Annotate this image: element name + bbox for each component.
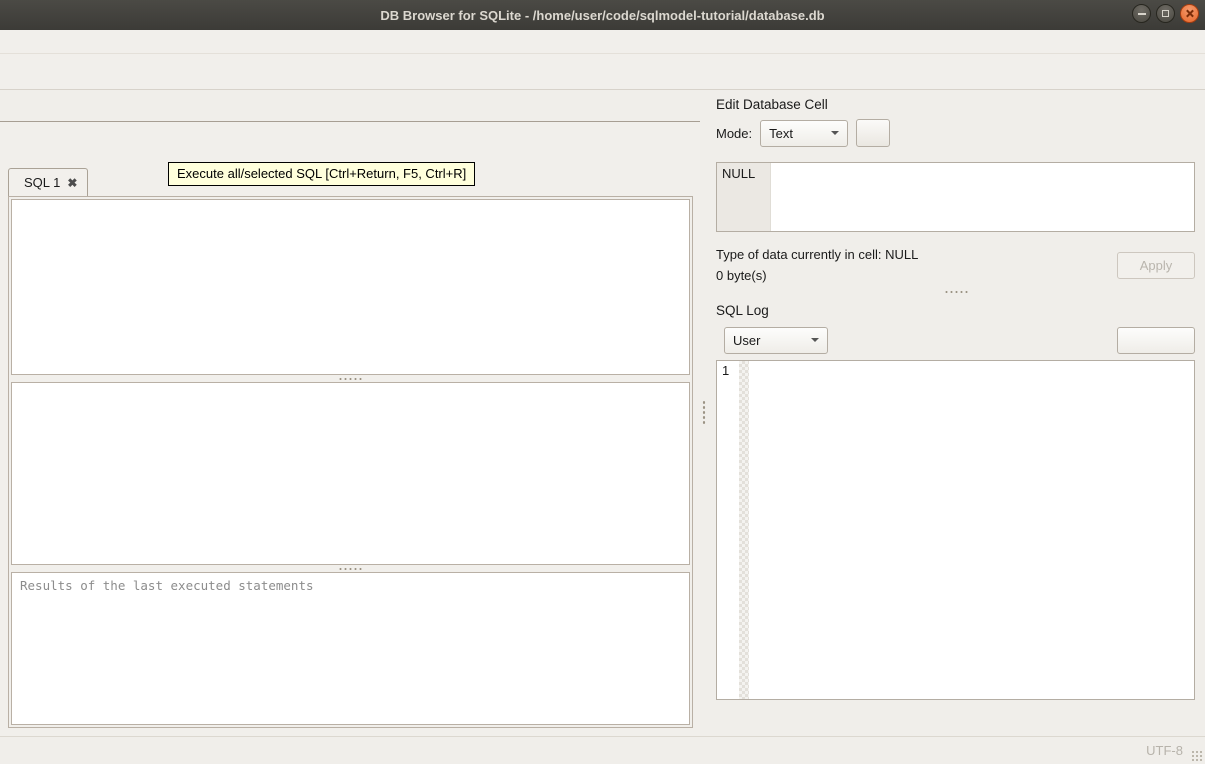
editor-splitter[interactable]	[11, 375, 690, 382]
cell-size-info: 0 byte(s)	[716, 268, 767, 283]
chevron-down-icon	[831, 131, 840, 135]
maximize-button[interactable]	[1156, 4, 1175, 23]
results-grid-pane[interactable]	[11, 382, 690, 565]
right-dock: Edit Database Cell Mode: Text NULL Type …	[708, 90, 1205, 736]
cell-value-editor[interactable]: NULL	[716, 162, 1195, 232]
title-bar[interactable]: DB Browser for SQLite - /home/user/code/…	[0, 0, 1205, 30]
main-tab-bar	[0, 90, 700, 122]
float-dock-icon[interactable]	[1163, 302, 1179, 318]
editor-panes-frame: Results of the last executed statements	[8, 196, 693, 728]
sql-log-filter-row: User	[708, 322, 1205, 358]
sql-log-dock-header: SQL Log	[708, 298, 1205, 322]
status-bar: UTF-8	[0, 736, 1205, 764]
dock-bottom-tab-bar	[708, 700, 1205, 732]
auto-mode-button[interactable]	[856, 119, 891, 147]
sql-log-title: SQL Log	[716, 302, 769, 318]
float-dock-icon[interactable]	[1163, 96, 1179, 112]
close-dock-icon[interactable]	[1183, 302, 1199, 318]
cell-type-info: Type of data currently in cell: NULL	[716, 247, 919, 262]
encoding-indicator: UTF-8	[1146, 743, 1183, 758]
sql-log-view[interactable]: 1	[716, 360, 1195, 700]
app-window: DB Browser for SQLite - /home/user/code/…	[0, 0, 1205, 764]
edit-cell-title: Edit Database Cell	[716, 96, 828, 112]
results-placeholder: Results of the last executed statements	[20, 578, 314, 593]
cell-info-row: Type of data currently in cell: NULL 0 b…	[716, 244, 1195, 286]
sql-file-tab[interactable]: SQL 1 ✖	[8, 168, 89, 196]
log-line-number: 1	[722, 363, 730, 378]
chevron-down-icon	[811, 338, 819, 342]
apply-button[interactable]: Apply	[1117, 251, 1195, 279]
minimize-button[interactable]	[1132, 4, 1151, 23]
execute-sql-page: SQL 1 ✖ Results of the last executed sta…	[0, 122, 700, 736]
mode-select[interactable]: Text	[760, 119, 849, 147]
cell-mode-row: Mode: Text	[708, 116, 1205, 150]
clear-log-button[interactable]	[1117, 326, 1195, 354]
resize-grip[interactable]	[1191, 750, 1202, 761]
submitted-by-select[interactable]: User	[724, 326, 828, 354]
sql-tab-label: SQL 1	[24, 175, 61, 190]
edit-cell-dock-header: Edit Database Cell	[708, 92, 1205, 116]
window-controls	[1132, 4, 1199, 23]
dock-splitter[interactable]	[700, 90, 708, 736]
main-toolbar	[0, 54, 1205, 90]
left-panel: SQL 1 ✖ Results of the last executed sta…	[0, 90, 700, 736]
close-dock-icon[interactable]	[1183, 96, 1199, 112]
results-message-pane: Results of the last executed statements	[11, 572, 690, 725]
window-title: DB Browser for SQLite - /home/user/code/…	[380, 7, 825, 23]
main-content: SQL 1 ✖ Results of the last executed sta…	[0, 90, 1205, 736]
cell-value: NULL	[717, 163, 771, 231]
dock-section-splitter[interactable]	[708, 286, 1205, 298]
menu-bar	[0, 30, 1205, 54]
close-tab-icon[interactable]: ✖	[67, 176, 77, 190]
sql-editor-toolbar	[0, 122, 700, 160]
sql-editor[interactable]	[11, 199, 690, 375]
close-button[interactable]	[1180, 4, 1199, 23]
results-splitter[interactable]	[11, 565, 690, 572]
mode-label: Mode:	[716, 125, 753, 141]
tooltip: Execute all/selected SQL [Ctrl+Return, F…	[168, 162, 476, 186]
